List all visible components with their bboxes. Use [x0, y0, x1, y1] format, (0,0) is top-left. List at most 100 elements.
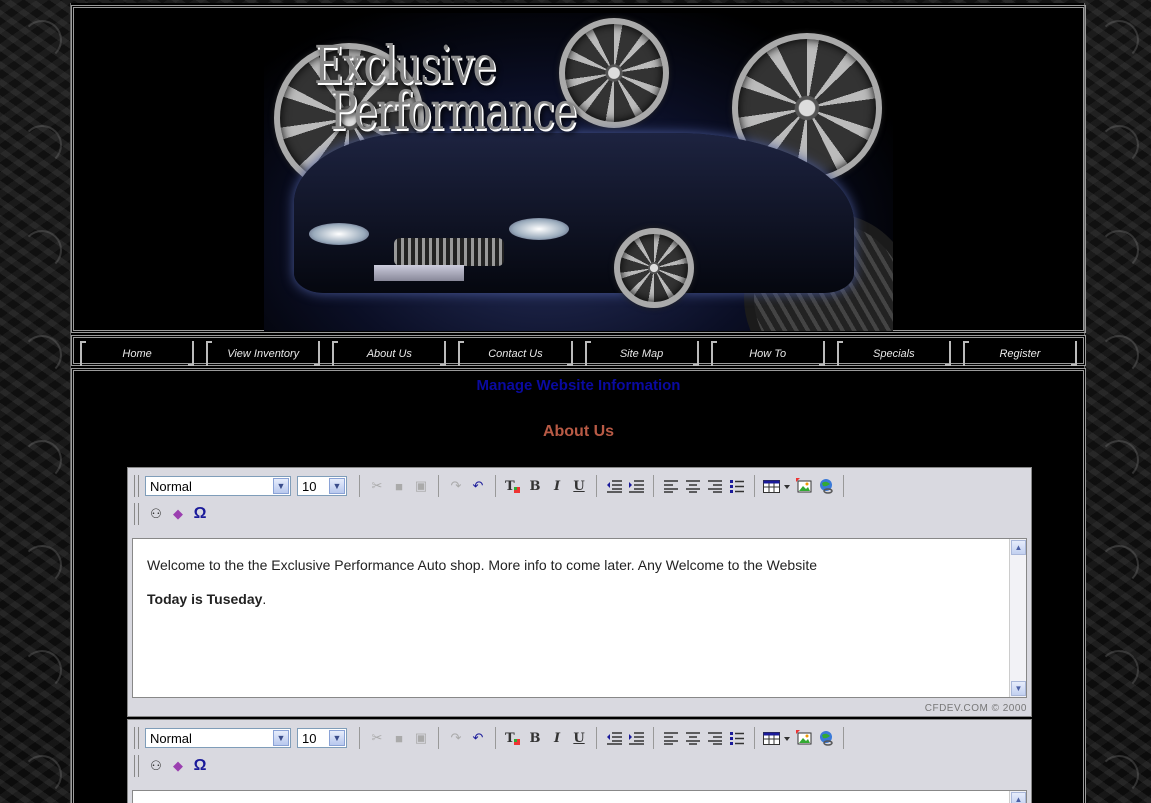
underline-icon[interactable]: U	[568, 475, 590, 497]
nav-specials[interactable]: Specials	[836, 341, 952, 366]
chevron-down-icon[interactable]: ▼	[273, 730, 289, 746]
nav-how-to[interactable]: How To	[710, 341, 825, 366]
toolbar-grip[interactable]	[134, 503, 139, 525]
editor-plain-text: .	[262, 591, 267, 607]
indent-icon[interactable]	[625, 727, 647, 749]
special-character-icon[interactable]: Ω	[189, 755, 211, 777]
side-ornament	[22, 20, 62, 60]
toolbar-grip[interactable]	[134, 727, 139, 749]
scroll-down-icon[interactable]: ▼	[1011, 681, 1026, 696]
editor-scrollbar[interactable]: ▲	[1009, 791, 1026, 803]
copy-icon[interactable]: ■	[388, 475, 410, 497]
bullet-list-icon[interactable]	[726, 475, 748, 497]
outdent-glyph	[607, 732, 622, 745]
copy-icon[interactable]: ■	[388, 727, 410, 749]
toolbar-separator	[359, 727, 360, 749]
align-center-icon[interactable]	[682, 727, 704, 749]
align-right-glyph	[708, 732, 722, 745]
format-select-value: Normal	[150, 478, 192, 494]
side-ornament	[22, 755, 62, 795]
bold-icon[interactable]: B	[524, 727, 546, 749]
rich-text-editor-2: Normal ▼ 10 ▼ ✂ ■ ▣ ↷ ↶ T B I U ⚇ ◆ Ω ▲	[127, 719, 1032, 803]
editor-toolbar: Normal ▼ 10 ▼ ✂ ■ ▣ ↷ ↶ T B I U ⚇ ◆ Ω	[128, 720, 1031, 788]
insert-link-icon[interactable]	[815, 475, 837, 497]
editor-text[interactable]: Welcome to the the Exclusive Performance…	[133, 539, 1026, 607]
text-color-icon[interactable]: T	[502, 727, 524, 749]
align-center-icon[interactable]	[682, 475, 704, 497]
editor-scrollbar[interactable]: ▲ ▼	[1009, 539, 1026, 697]
outdent-icon[interactable]	[603, 475, 625, 497]
section-title: About Us	[542, 423, 615, 440]
align-right-icon[interactable]	[704, 727, 726, 749]
editor-credit: CFDEV.COM © 2000	[924, 703, 1027, 714]
cut-icon[interactable]: ✂	[366, 727, 388, 749]
find-icon[interactable]: ⚇	[145, 503, 167, 525]
paste-icon[interactable]: ▣	[410, 727, 432, 749]
format-select[interactable]: Normal ▼	[145, 728, 291, 748]
text-color-glyph: T	[505, 731, 520, 746]
spellcheck-icon[interactable]: ◆	[167, 503, 189, 525]
nav-home[interactable]: Home	[80, 341, 195, 366]
underline-icon[interactable]: U	[568, 727, 590, 749]
chevron-down-icon[interactable]: ▼	[329, 730, 345, 746]
scroll-up-icon[interactable]: ▲	[1011, 540, 1026, 555]
text-color-icon[interactable]: T	[502, 475, 524, 497]
scroll-up-icon[interactable]: ▲	[1011, 792, 1026, 803]
toolbar-separator	[653, 727, 654, 749]
toolbar-grip[interactable]	[134, 475, 139, 497]
car-wheel	[614, 228, 694, 308]
align-center-glyph	[686, 732, 700, 745]
insert-link-icon[interactable]	[815, 727, 837, 749]
nav-contact-us[interactable]: Contact Us	[458, 341, 573, 366]
content-panel: Manage Website Information About Us Norm…	[71, 368, 1086, 803]
toolbar-grip[interactable]	[134, 755, 139, 777]
side-ornament	[1099, 125, 1139, 165]
bold-icon[interactable]: B	[524, 475, 546, 497]
spellcheck-icon[interactable]: ◆	[167, 755, 189, 777]
bullet-list-icon[interactable]	[726, 727, 748, 749]
svg-text:T: T	[505, 731, 515, 746]
insert-image-icon[interactable]	[793, 727, 815, 749]
align-right-icon[interactable]	[704, 475, 726, 497]
redo-icon[interactable]: ↷	[445, 475, 467, 497]
align-left-icon[interactable]	[660, 475, 682, 497]
special-character-icon[interactable]: Ω	[189, 503, 211, 525]
toolbar-separator	[359, 475, 360, 497]
nav-register[interactable]: Register	[962, 341, 1078, 366]
editor-content-area[interactable]: Welcome to the the Exclusive Performance…	[132, 538, 1027, 698]
nav-about-us[interactable]: About Us	[332, 341, 447, 366]
outdent-icon[interactable]	[603, 727, 625, 749]
redo-icon[interactable]: ↷	[445, 727, 467, 749]
paste-icon[interactable]: ▣	[410, 475, 432, 497]
chevron-down-icon[interactable]: ▼	[329, 478, 345, 494]
svg-text:T: T	[505, 479, 515, 494]
undo-icon[interactable]: ↶	[467, 475, 489, 497]
italic-icon[interactable]: I	[546, 727, 568, 749]
right-border-texture	[1085, 0, 1151, 803]
align-left-icon[interactable]	[660, 727, 682, 749]
nav-site-map[interactable]: Site Map	[584, 341, 699, 366]
indent-icon[interactable]	[625, 475, 647, 497]
chevron-down-icon[interactable]: ▼	[273, 478, 289, 494]
italic-icon[interactable]: I	[546, 475, 568, 497]
font-size-select-value: 10	[302, 730, 317, 746]
side-ornament	[1099, 335, 1139, 375]
format-select[interactable]: Normal ▼	[145, 476, 291, 496]
insert-image-icon[interactable]	[793, 475, 815, 497]
toolbar-separator	[754, 727, 755, 749]
nav-view-inventory[interactable]: View Inventory	[206, 341, 321, 366]
align-right-glyph	[708, 480, 722, 493]
cut-icon[interactable]: ✂	[366, 475, 388, 497]
undo-icon[interactable]: ↶	[467, 727, 489, 749]
find-icon[interactable]: ⚇	[145, 755, 167, 777]
font-size-select[interactable]: 10 ▼	[297, 476, 347, 496]
toolbar-separator	[495, 727, 496, 749]
banner-image: Exclusive Performance	[264, 13, 893, 331]
table-icon[interactable]	[761, 727, 793, 749]
align-left-glyph	[664, 732, 678, 745]
font-size-select[interactable]: 10 ▼	[297, 728, 347, 748]
side-ornament	[22, 230, 62, 270]
side-ornament	[22, 440, 62, 480]
table-icon[interactable]	[761, 475, 793, 497]
editor-content-area[interactable]: ▲	[132, 790, 1027, 803]
